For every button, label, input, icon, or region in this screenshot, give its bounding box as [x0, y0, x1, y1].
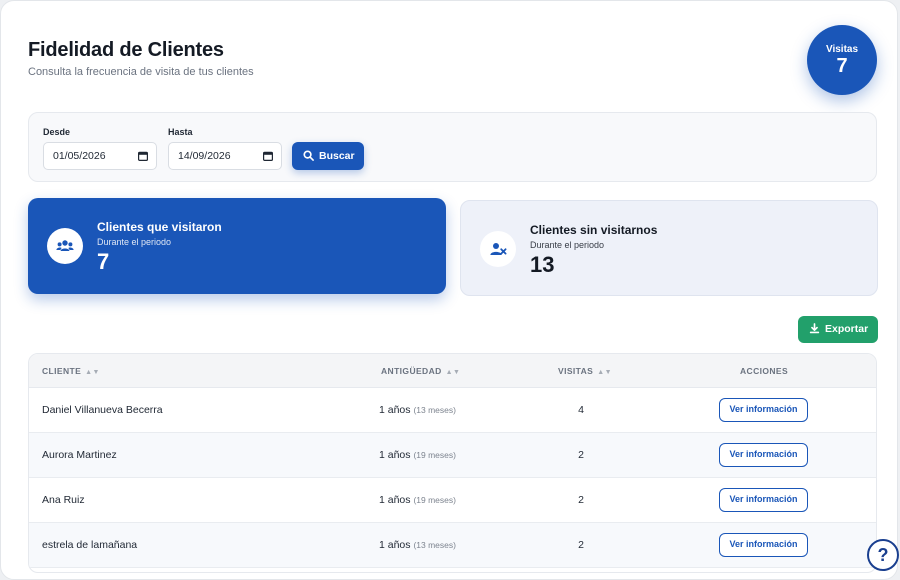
- client-visits: 2: [578, 539, 584, 551]
- to-date-input[interactable]: 14/09/2026: [168, 142, 282, 170]
- seniority-months: (13 meses): [413, 405, 456, 415]
- client-name: Ana Ruiz: [42, 494, 85, 506]
- page-container: Fidelidad de Clientes Consulta la frecue…: [0, 0, 898, 580]
- clients-table: CLIENTE ▲▼ ANTIGÜEDAD ▲▼ VISITAS ▲▼ ACCIONE…: [28, 353, 877, 573]
- help-button[interactable]: ?: [867, 539, 899, 571]
- visits-badge-value: 7: [836, 55, 848, 77]
- column-header-actions: ACCIONES: [740, 366, 788, 376]
- column-header-seniority[interactable]: ANTIGÜEDAD ▲▼: [381, 366, 460, 376]
- view-info-button[interactable]: Ver información: [719, 443, 808, 467]
- client-name: Aurora Martinez: [42, 449, 117, 461]
- from-date-label: Desde: [43, 127, 71, 137]
- client-name: Daniel Villanueva Becerra: [42, 404, 163, 416]
- client-visits: 2: [578, 494, 584, 506]
- client-name: estrela de lamañana: [42, 539, 138, 551]
- search-icon: [303, 150, 314, 161]
- not-visited-card-value: 13: [530, 252, 555, 277]
- not-visited-clients-card: Clientes sin visitarnos Durante el perio…: [460, 200, 878, 296]
- client-seniority: 1 años (13 meses): [379, 404, 456, 416]
- visited-card-title: Clientes que visitaron: [97, 220, 222, 234]
- search-button[interactable]: Buscar: [292, 142, 364, 170]
- client-visits: 2: [578, 449, 584, 461]
- column-header-client-label: CLIENTE: [42, 366, 82, 376]
- calendar-icon[interactable]: [263, 151, 273, 161]
- to-date-label: Hasta: [168, 127, 193, 137]
- seniority-years: 1 años: [379, 494, 411, 506]
- column-header-actions-label: ACCIONES: [740, 366, 789, 376]
- users-icon-circle: [47, 228, 83, 264]
- seniority-months: (13 meses): [413, 540, 456, 550]
- client-seniority: 1 años (19 meses): [379, 449, 456, 461]
- column-header-seniority-label: ANTIGÜEDAD: [381, 366, 442, 376]
- client-visits: 4: [578, 404, 584, 416]
- table-row: estrela de lamañana 1 años (13 meses) 2 …: [29, 523, 876, 568]
- table-row: Aurora Martinez 1 años (19 meses) 2 Ver …: [29, 433, 876, 478]
- view-info-button[interactable]: Ver información: [719, 488, 808, 512]
- to-date-value: 14/09/2026: [178, 150, 231, 162]
- visited-clients-card: Clientes que visitaron Durante el period…: [28, 198, 446, 294]
- not-visited-card-title: Clientes sin visitarnos: [530, 223, 658, 237]
- export-button-label: Exportar: [825, 323, 869, 335]
- table-row: Daniel Villanueva Becerra 1 años (13 mes…: [29, 388, 876, 433]
- seniority-months: (19 meses): [413, 450, 456, 460]
- search-button-label: Buscar: [319, 150, 355, 162]
- download-icon: [809, 323, 820, 334]
- column-header-client[interactable]: CLIENTE ▲▼: [42, 366, 100, 376]
- calendar-icon[interactable]: [138, 151, 148, 161]
- user-x-icon: [490, 243, 507, 255]
- sort-icon[interactable]: ▲▼: [597, 369, 612, 376]
- page-title: Fidelidad de Clientes: [28, 39, 224, 61]
- view-info-button[interactable]: Ver información: [719, 398, 808, 422]
- visits-badge-label: Visitas: [825, 44, 859, 55]
- table-header: CLIENTE ▲▼ ANTIGÜEDAD ▲▼ VISITAS ▲▼ ACCIONE…: [29, 354, 876, 388]
- visited-card-subtitle: Durante el periodo: [97, 237, 172, 247]
- client-seniority: 1 años (13 meses): [379, 539, 456, 551]
- table-row: Ana Ruiz 1 años (19 meses) 2 Ver informa…: [29, 478, 876, 523]
- view-info-button[interactable]: Ver información: [719, 533, 808, 557]
- question-icon: ?: [877, 545, 889, 565]
- seniority-years: 1 años: [379, 404, 411, 416]
- visited-card-value: 7: [97, 249, 110, 274]
- users-group-icon: [56, 240, 74, 251]
- export-button[interactable]: Exportar: [798, 316, 878, 343]
- sort-icon[interactable]: ▲▼: [85, 369, 100, 376]
- visits-badge: Visitas 7: [807, 25, 877, 95]
- column-header-visits[interactable]: VISITAS ▲▼: [558, 366, 612, 376]
- date-filter-panel: Desde 01/05/2026 Hasta 14/09/2026 Buscar: [28, 112, 877, 182]
- not-visited-card-subtitle: Durante el periodo: [530, 240, 605, 250]
- seniority-years: 1 años: [379, 539, 411, 551]
- column-header-visits-label: VISITAS: [558, 366, 594, 376]
- sort-icon[interactable]: ▲▼: [446, 369, 461, 376]
- user-x-icon-circle: [480, 231, 516, 267]
- client-seniority: 1 años (19 meses): [379, 494, 456, 506]
- from-date-value: 01/05/2026: [53, 150, 106, 162]
- seniority-years: 1 años: [379, 449, 411, 461]
- seniority-months: (19 meses): [413, 495, 456, 505]
- page-subtitle: Consulta la frecuencia de visita de tus …: [28, 66, 254, 78]
- from-date-input[interactable]: 01/05/2026: [43, 142, 157, 170]
